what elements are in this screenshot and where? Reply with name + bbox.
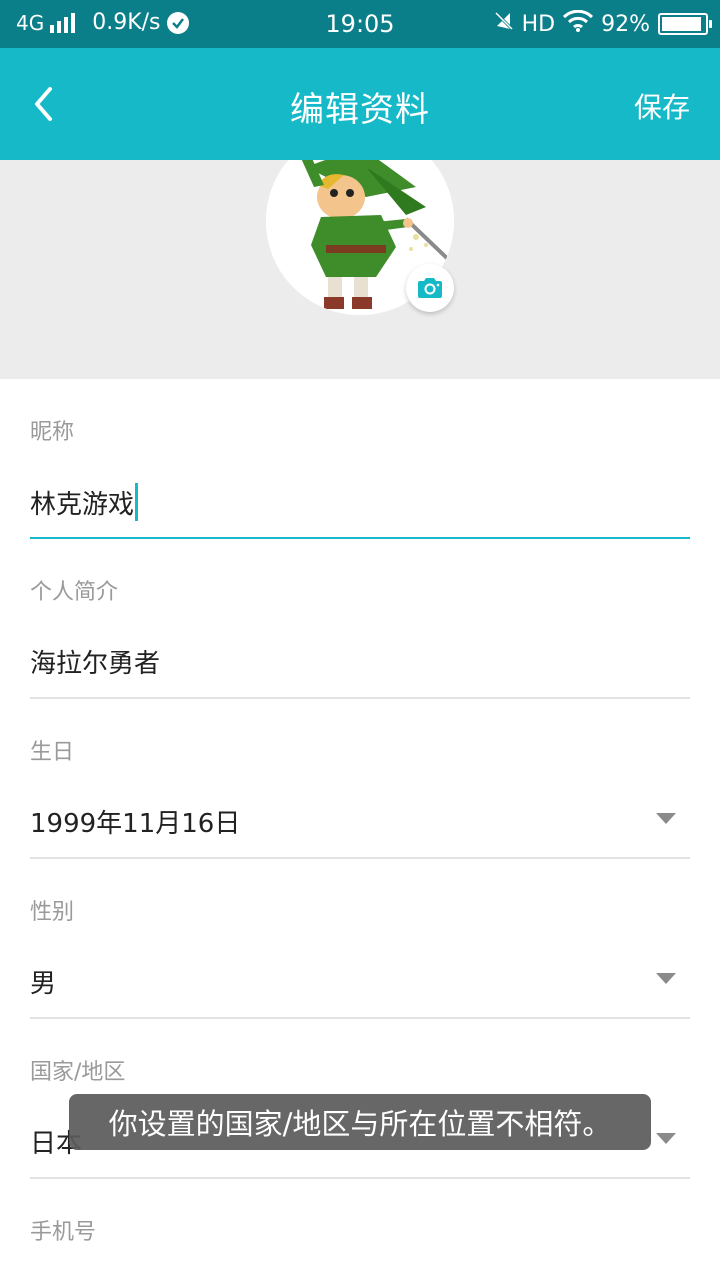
toast-message: 你设置的国家/地区与所在位置不相符。	[69, 1094, 651, 1150]
nickname-label: 昵称	[30, 420, 75, 445]
bio-input[interactable]: 海拉尔勇者	[30, 643, 160, 680]
battery-percent: 92%	[601, 11, 650, 37]
gender-select[interactable]: 男	[30, 963, 56, 1000]
gender-value: 男	[30, 969, 57, 999]
birthday-value: 1999年11月16日	[30, 809, 241, 839]
birthday-label: 生日	[30, 740, 75, 765]
status-right: HD 92%	[486, 9, 712, 38]
avatar-section	[0, 160, 720, 379]
chevron-down-icon[interactable]	[656, 973, 676, 984]
battery-icon	[658, 13, 712, 35]
app-header: 编辑资料 保存	[0, 48, 720, 160]
nickname-field[interactable]: 昵称 林克游戏	[30, 379, 690, 539]
birthday-select[interactable]: 1999年11月16日	[30, 803, 240, 840]
nickname-value: 林克游戏	[30, 489, 135, 520]
bio-value: 海拉尔勇者	[30, 649, 161, 679]
wifi-icon	[563, 9, 594, 38]
bio-field[interactable]: 个人简介 海拉尔勇者	[30, 539, 690, 699]
phone-field[interactable]: 手机号	[30, 1179, 690, 1280]
gender-label: 性别	[30, 900, 75, 925]
chevron-down-icon[interactable]	[656, 813, 676, 824]
change-avatar-button[interactable]	[406, 264, 454, 312]
text-cursor	[135, 483, 139, 521]
save-button[interactable]: 保存	[634, 86, 690, 126]
status-bar: 4G 0.9K/s 19:05 HD 92%	[0, 0, 720, 48]
page-title: 编辑资料	[290, 90, 430, 130]
chevron-down-icon[interactable]	[656, 1133, 676, 1144]
birthday-field[interactable]: 生日 1999年11月16日	[30, 699, 690, 859]
hd-indicator: HD	[521, 11, 556, 37]
camera-icon	[418, 278, 442, 298]
nickname-input[interactable]: 林克游戏	[30, 483, 139, 521]
bio-label: 个人简介	[30, 580, 119, 605]
gender-field[interactable]: 性别 男	[30, 859, 690, 1019]
country-label: 国家/地区	[30, 1060, 126, 1085]
mute-icon	[494, 11, 514, 37]
phone-label: 手机号	[30, 1220, 97, 1245]
